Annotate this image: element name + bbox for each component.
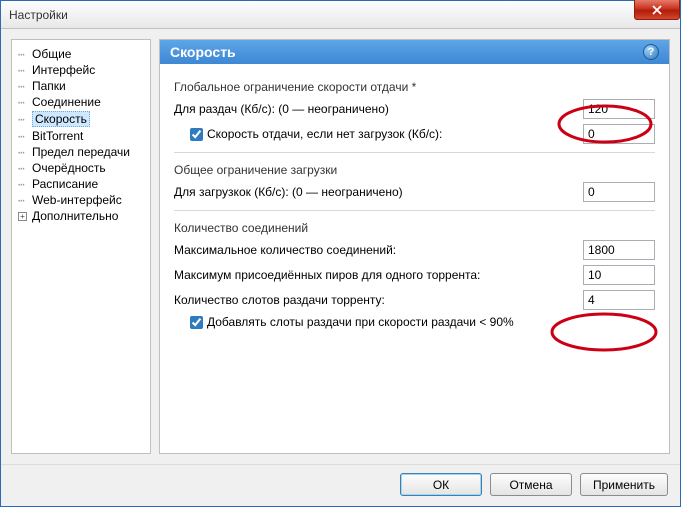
add-slots-label: Добавлять слоты раздачи при скорости раз… [207, 315, 514, 329]
help-icon[interactable]: ? [643, 44, 659, 60]
upload-rate-label: Для раздач (Кб/с): (0 — неограничено) [174, 102, 583, 116]
settings-window: Настройки ⋯Общие ⋯Интерфейс ⋯Папки ⋯Соед… [0, 0, 681, 507]
expand-icon[interactable]: + [18, 212, 32, 221]
upload-slots-label: Количество слотов раздачи торренту: [174, 293, 583, 307]
sidebar-item-limit[interactable]: ⋯Предел передачи [16, 144, 148, 160]
sidebar-item-webui[interactable]: ⋯Web-интерфейс [16, 192, 148, 208]
sidebar-item-advanced[interactable]: + Дополнительно [16, 208, 148, 224]
alt-upload-label: Скорость отдачи, если нет загрузок (Кб/с… [207, 127, 442, 141]
upload-slots-input[interactable] [583, 290, 655, 310]
divider [174, 210, 655, 211]
sidebar: ⋯Общие ⋯Интерфейс ⋯Папки ⋯Соединение ⋯Ск… [11, 39, 151, 454]
section-title: Скорость [170, 44, 236, 60]
close-button[interactable] [634, 0, 680, 20]
main-panel: Скорость ? Глобальное ограничение скорос… [159, 39, 670, 454]
max-connections-input[interactable] [583, 240, 655, 260]
max-peers-label: Максимум присоедиённых пиров для одного … [174, 268, 583, 282]
sidebar-item-queue[interactable]: ⋯Очерёдность [16, 160, 148, 176]
sidebar-item-interface[interactable]: ⋯Интерфейс [16, 62, 148, 78]
cancel-button[interactable]: Отмена [490, 473, 572, 496]
sidebar-item-speed[interactable]: ⋯Скорость [16, 110, 148, 128]
sidebar-item-general[interactable]: ⋯Общие [16, 46, 148, 62]
sidebar-item-folders[interactable]: ⋯Папки [16, 78, 148, 94]
sidebar-item-schedule[interactable]: ⋯Расписание [16, 176, 148, 192]
close-icon [652, 5, 662, 15]
group-connections-title: Количество соединений [174, 221, 655, 235]
divider [174, 152, 655, 153]
alt-upload-input[interactable] [583, 124, 655, 144]
sidebar-item-bittorrent[interactable]: ⋯BitTorrent [16, 128, 148, 144]
sidebar-item-connection[interactable]: ⋯Соединение [16, 94, 148, 110]
apply-button[interactable]: Применить [580, 473, 668, 496]
group-download-title: Общее ограничение загрузки [174, 163, 655, 177]
download-rate-input[interactable] [583, 182, 655, 202]
upload-rate-input[interactable] [583, 99, 655, 119]
titlebar: Настройки [1, 1, 680, 29]
download-rate-label: Для загрузкок (Кб/с): (0 — неограничено) [174, 185, 583, 199]
group-upload-title: Глобальное ограничение скорости отдачи * [174, 80, 655, 94]
section-header: Скорость ? [160, 40, 669, 64]
max-peers-input[interactable] [583, 265, 655, 285]
dialog-footer: ОК Отмена Применить [1, 464, 680, 506]
ok-button[interactable]: ОК [400, 473, 482, 496]
max-connections-label: Максимальное количество соединений: [174, 243, 583, 257]
alt-upload-checkbox[interactable] [190, 128, 203, 141]
window-title: Настройки [9, 8, 68, 22]
add-slots-checkbox[interactable] [190, 316, 203, 329]
